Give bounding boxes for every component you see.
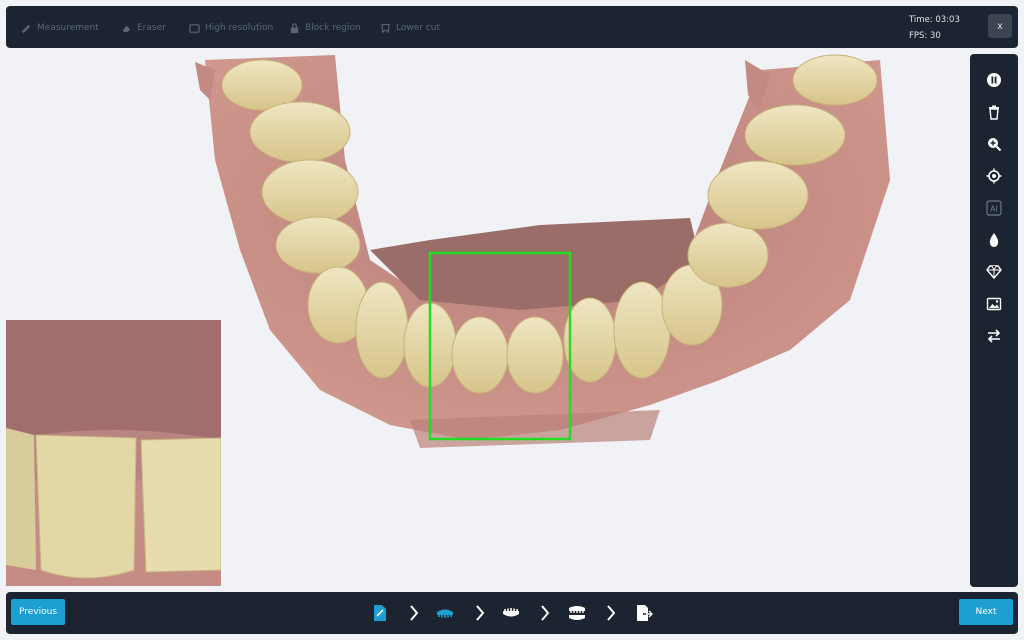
step-bite[interactable] bbox=[567, 603, 587, 623]
gem-icon[interactable] bbox=[985, 263, 1003, 281]
upper-jaw-icon bbox=[437, 609, 453, 618]
ai-icon[interactable]: AI bbox=[985, 199, 1003, 217]
next-button[interactable]: Next bbox=[959, 599, 1013, 625]
top-toolbar: Measurement Eraser High resolution Block… bbox=[6, 6, 1018, 48]
pause-icon[interactable] bbox=[985, 71, 1003, 89]
image-icon[interactable] bbox=[985, 295, 1003, 313]
ruler-icon bbox=[21, 24, 31, 33]
tooth-icon bbox=[381, 23, 390, 33]
time-readout: Time: 03:03 bbox=[909, 15, 960, 25]
chevron-right-icon bbox=[410, 605, 419, 621]
fps-readout: FPS: 30 bbox=[909, 31, 941, 41]
chevron-right-icon bbox=[476, 605, 485, 621]
right-toolbar: AI bbox=[970, 54, 1018, 587]
lower-jaw-icon bbox=[503, 608, 519, 617]
chevron-right-icon bbox=[541, 605, 550, 621]
scan-setup-icon bbox=[374, 605, 386, 621]
lock-icon bbox=[290, 22, 299, 33]
ai-label: AI bbox=[990, 205, 998, 214]
chevron-right-icon bbox=[607, 605, 616, 621]
bottom-toolbar: Previous Next bbox=[6, 592, 1018, 634]
camera-preview bbox=[6, 320, 221, 586]
jaw-model bbox=[195, 54, 890, 448]
high-resolution-tool[interactable]: High resolution bbox=[189, 20, 273, 36]
tool-label: High resolution bbox=[205, 23, 274, 33]
step-scan-setup[interactable] bbox=[370, 603, 390, 623]
eraser-tool[interactable]: Eraser bbox=[121, 20, 166, 36]
hd-icon bbox=[189, 23, 200, 33]
tool-label: Lower cut bbox=[396, 23, 441, 33]
export-icon bbox=[637, 605, 653, 621]
measurement-tool[interactable]: Measurement bbox=[21, 20, 99, 36]
tool-label: Measurement bbox=[37, 23, 99, 33]
block-region-tool[interactable]: Block region bbox=[289, 20, 361, 36]
swap-icon[interactable] bbox=[985, 327, 1003, 345]
close-button[interactable]: x bbox=[988, 14, 1012, 38]
lower-cut-tool[interactable]: Lower cut bbox=[380, 20, 440, 36]
zoom-in-icon[interactable] bbox=[985, 135, 1003, 153]
drop-icon[interactable] bbox=[985, 231, 1003, 249]
trash-icon[interactable] bbox=[985, 103, 1003, 121]
target-icon[interactable] bbox=[985, 167, 1003, 185]
tool-label: Block region bbox=[305, 23, 361, 33]
tool-label: Eraser bbox=[137, 23, 166, 33]
bite-icon bbox=[569, 606, 585, 620]
step-lower-jaw[interactable] bbox=[501, 603, 521, 623]
eraser-icon bbox=[122, 25, 131, 32]
step-upper-jaw[interactable] bbox=[435, 603, 455, 623]
previous-button[interactable]: Previous bbox=[11, 599, 65, 625]
step-export[interactable] bbox=[634, 603, 654, 623]
